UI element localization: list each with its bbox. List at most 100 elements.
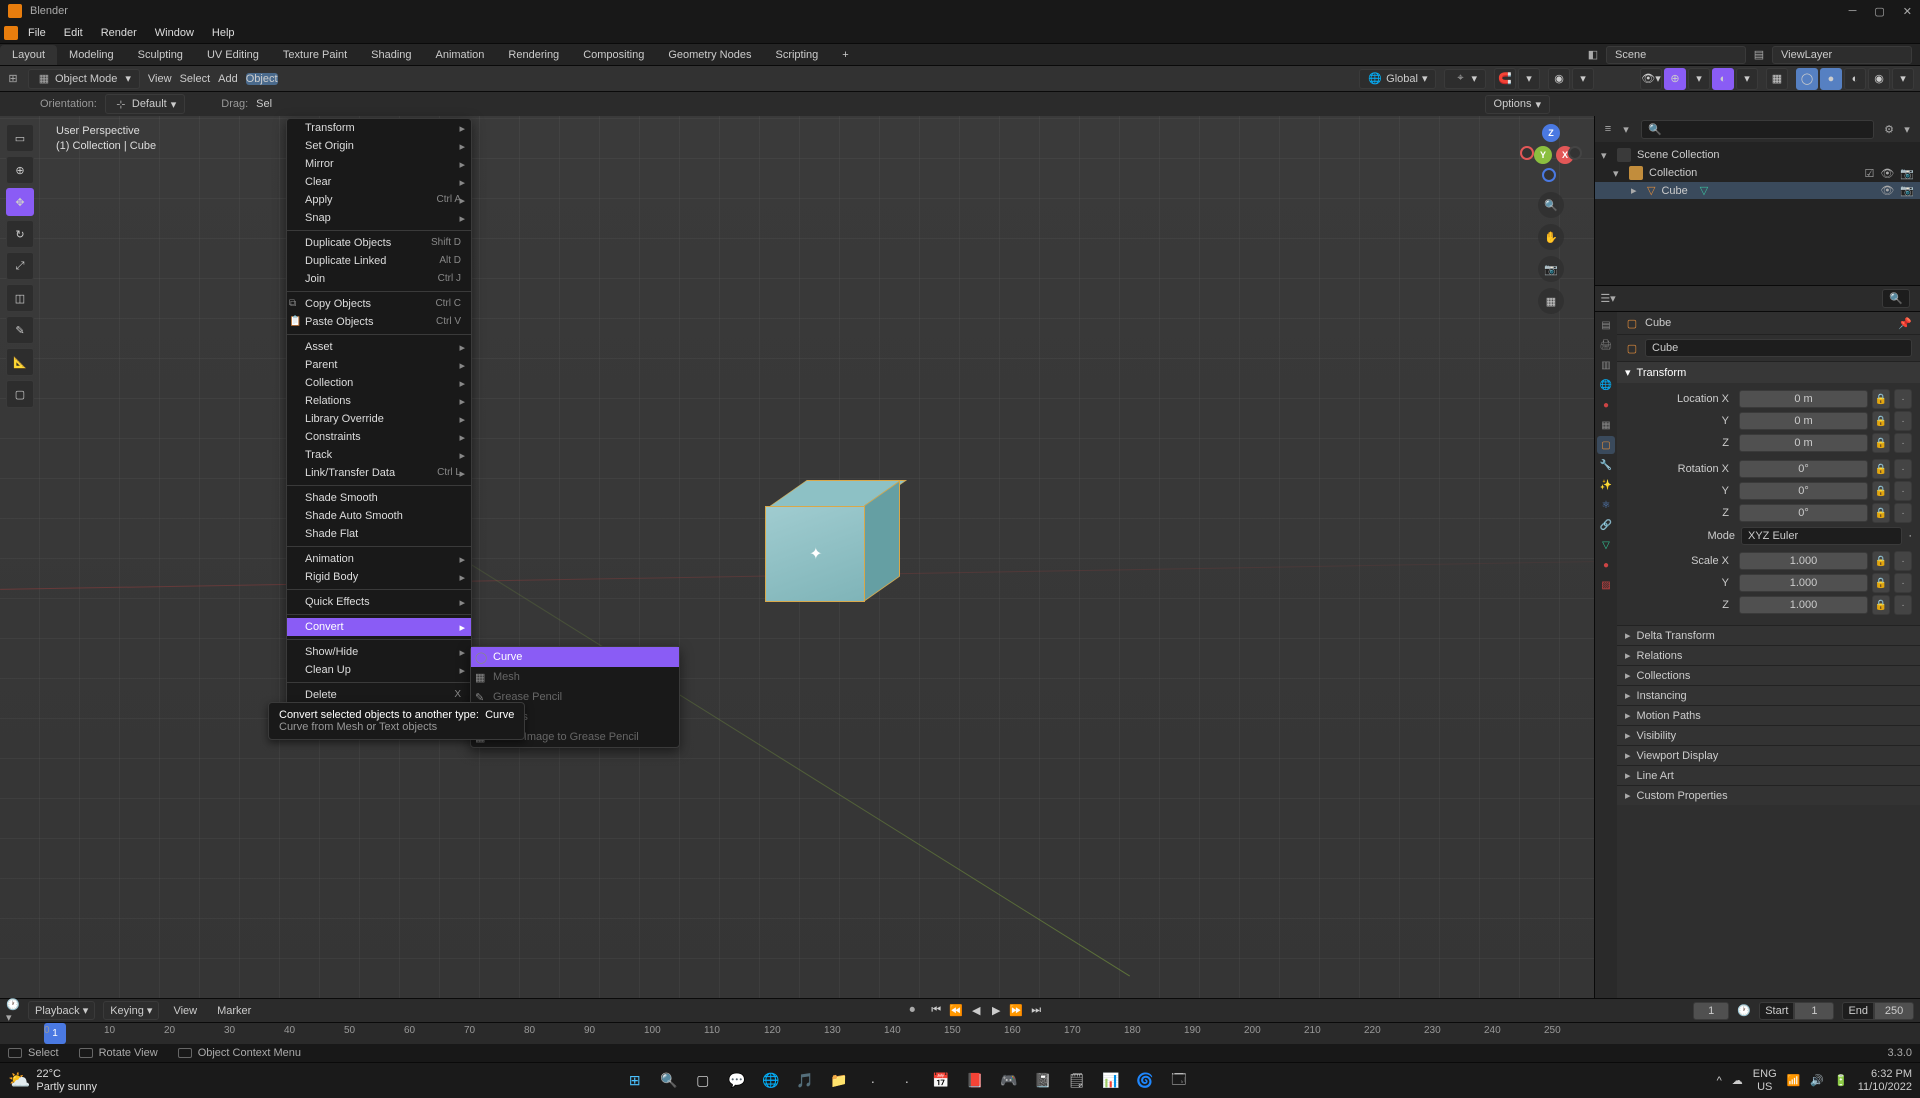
pivot-selector[interactable]: ⌖▾ xyxy=(1444,69,1486,89)
jump-end-button[interactable]: ⏭ xyxy=(1027,1002,1045,1020)
snap-menu[interactable]: ▾ xyxy=(1518,68,1540,90)
loc-y-lock[interactable]: 🔒 xyxy=(1872,411,1890,431)
loc-x-field[interactable]: 0 m xyxy=(1739,390,1868,408)
pan-gizmo-button[interactable]: ✋ xyxy=(1538,224,1564,250)
cm-paste[interactable]: 📋Paste ObjectsCtrl V xyxy=(287,313,471,331)
tray-battery-icon[interactable]: 🔋 xyxy=(1834,1074,1848,1087)
overlay-toggle[interactable]: ◐ xyxy=(1712,68,1734,90)
cm-show-hide[interactable]: Show/Hide▸ xyxy=(287,643,471,661)
taskbar-start-icon[interactable]: ⊞ xyxy=(621,1067,649,1095)
menu-window[interactable]: Window xyxy=(147,24,202,42)
ptab-modifiers[interactable]: 🔧 xyxy=(1597,456,1615,474)
taskbar-chrome-icon[interactable]: 🌐 xyxy=(757,1067,785,1095)
tab-compositing[interactable]: Compositing xyxy=(571,45,656,65)
scale-y-lock[interactable]: 🔒 xyxy=(1872,573,1890,593)
gizmo-menu[interactable]: ▾ xyxy=(1688,68,1710,90)
rot-y-anim[interactable]: · xyxy=(1894,481,1912,501)
loc-z-field[interactable]: 0 m xyxy=(1739,434,1868,452)
scale-x-anim[interactable]: · xyxy=(1894,551,1912,571)
tool-scale[interactable]: ⤢ xyxy=(6,252,34,280)
taskbar-app2-icon[interactable]: · xyxy=(893,1067,921,1095)
shading-matpreview[interactable]: ◐ xyxy=(1844,68,1866,90)
cm-shade-smooth[interactable]: Shade Smooth xyxy=(287,489,471,507)
timeline-marker[interactable]: Marker xyxy=(211,1005,257,1017)
viewlayer-selector[interactable]: ViewLayer xyxy=(1772,46,1912,64)
view-navigation-gizmo[interactable]: Z Y X xyxy=(1520,124,1582,186)
collection-exclude-toggle[interactable]: ☑ xyxy=(1864,167,1874,180)
close-button[interactable]: ✕ xyxy=(1903,5,1912,18)
play-reverse-button[interactable]: ◀ xyxy=(967,1002,985,1020)
weather-widget[interactable]: 22°C Partly sunny xyxy=(36,1068,97,1092)
breadcrumb-data[interactable]: ▢ Cube xyxy=(1617,335,1920,362)
panel-transform-header[interactable]: ▾Transform xyxy=(1617,362,1920,383)
loc-z-lock[interactable]: 🔒 xyxy=(1872,433,1890,453)
cm-duplicate-linked[interactable]: Duplicate LinkedAlt D xyxy=(287,252,471,270)
rot-z-anim[interactable]: · xyxy=(1894,503,1912,523)
rot-x-field[interactable]: 0° xyxy=(1739,460,1868,478)
shading-solid[interactable]: ● xyxy=(1820,68,1842,90)
autokey-toggle[interactable]: ⏺ xyxy=(905,1004,919,1018)
app-icon[interactable] xyxy=(4,26,18,40)
cm-apply[interactable]: ApplyCtrl A▸ xyxy=(287,191,471,209)
loc-y-field[interactable]: 0 m xyxy=(1739,412,1868,430)
scale-z-field[interactable]: 1.000 xyxy=(1739,596,1868,614)
cm-rigid-body[interactable]: Rigid Body▸ xyxy=(287,568,471,586)
tab-sculpting[interactable]: Sculpting xyxy=(126,45,195,65)
tray-wifi-icon[interactable]: 📶 xyxy=(1787,1074,1801,1087)
header-select[interactable]: Select xyxy=(180,73,211,85)
loc-y-anim[interactable]: · xyxy=(1894,411,1912,431)
persp-gizmo-button[interactable]: ▦ xyxy=(1538,288,1564,314)
scale-z-anim[interactable]: · xyxy=(1894,595,1912,615)
zoom-gizmo-button[interactable]: 🔍 xyxy=(1538,192,1564,218)
shading-rendered[interactable]: ◉ xyxy=(1868,68,1890,90)
cm-parent[interactable]: Parent▸ xyxy=(287,356,471,374)
rot-x-lock[interactable]: 🔒 xyxy=(1872,459,1890,479)
object-eye-toggle[interactable]: 👁 xyxy=(1880,184,1894,197)
outliner-new-collection-icon[interactable]: ▾ xyxy=(1900,122,1914,136)
neg-z-axis-handle[interactable] xyxy=(1542,168,1556,182)
panel-collections[interactable]: ▸Collections xyxy=(1617,665,1920,685)
ptab-output[interactable]: 🖨 xyxy=(1597,336,1615,354)
cm-copy[interactable]: ⧉Copy ObjectsCtrl C xyxy=(287,295,471,313)
taskbar-explorer-icon[interactable]: 📁 xyxy=(825,1067,853,1095)
rot-z-field[interactable]: 0° xyxy=(1739,504,1868,522)
system-clock[interactable]: 6:32 PM 11/10/2022 xyxy=(1858,1068,1912,1092)
cm-transform[interactable]: Transform▸ xyxy=(287,119,471,137)
tab-scripting[interactable]: Scripting xyxy=(763,45,830,65)
cm-lib-override[interactable]: Library Override▸ xyxy=(287,410,471,428)
header-add[interactable]: Add xyxy=(218,73,238,85)
taskbar-excel-icon[interactable]: 📊 xyxy=(1097,1067,1125,1095)
scale-x-field[interactable]: 1.000 xyxy=(1739,552,1868,570)
overlay-menu[interactable]: ▾ xyxy=(1736,68,1758,90)
timeline-ruler[interactable]: 1 01020304050607080901001101201301401501… xyxy=(0,1022,1920,1044)
taskbar-app3-icon[interactable]: 🗔 xyxy=(1165,1067,1193,1095)
orientation-value[interactable]: ⊹Default▾ xyxy=(105,94,185,114)
sm-curve[interactable]: ◯Curve xyxy=(471,647,679,667)
tool-add-cube[interactable]: ▢ xyxy=(6,380,34,408)
taskbar-blender-icon[interactable]: 🌀 xyxy=(1131,1067,1159,1095)
cm-convert[interactable]: Convert▸ xyxy=(287,618,471,636)
tab-shading[interactable]: Shading xyxy=(359,45,423,65)
language-indicator-1[interactable]: ENG xyxy=(1753,1068,1777,1080)
object-render-toggle[interactable]: 📷 xyxy=(1900,184,1914,197)
shading-wireframe[interactable]: ◯ xyxy=(1796,68,1818,90)
outliner-cube[interactable]: ▸▽ Cube ▽ 👁📷 xyxy=(1595,182,1920,199)
cm-asset[interactable]: Asset▸ xyxy=(287,338,471,356)
jump-start-button[interactable]: ⏮ xyxy=(927,1002,945,1020)
taskbar-search-icon[interactable]: 🔍 xyxy=(655,1067,683,1095)
scene-selector[interactable]: Scene xyxy=(1606,46,1746,64)
tray-onedrive-icon[interactable]: ☁ xyxy=(1732,1074,1743,1087)
cm-shade-auto-smooth[interactable]: Shade Auto Smooth xyxy=(287,507,471,525)
maximize-button[interactable]: ▢ xyxy=(1874,5,1884,18)
panel-visibility[interactable]: ▸Visibility xyxy=(1617,725,1920,745)
mode-selector[interactable]: ▦Object Mode▾ xyxy=(28,69,140,89)
jump-nextkey-button[interactable]: ⏩ xyxy=(1007,1002,1025,1020)
cm-clear[interactable]: Clear▸ xyxy=(287,173,471,191)
taskbar-calendar-icon[interactable]: 📅 xyxy=(927,1067,955,1095)
play-button[interactable]: ▶ xyxy=(987,1002,1005,1020)
taskbar-itunes-icon[interactable]: 🎵 xyxy=(791,1067,819,1095)
tab-rendering[interactable]: Rendering xyxy=(496,45,571,65)
cm-link-transfer[interactable]: Link/Transfer DataCtrl L▸ xyxy=(287,464,471,482)
tab-texture[interactable]: Texture Paint xyxy=(271,45,359,65)
editor-type-icon[interactable]: ⊞ xyxy=(6,72,20,86)
